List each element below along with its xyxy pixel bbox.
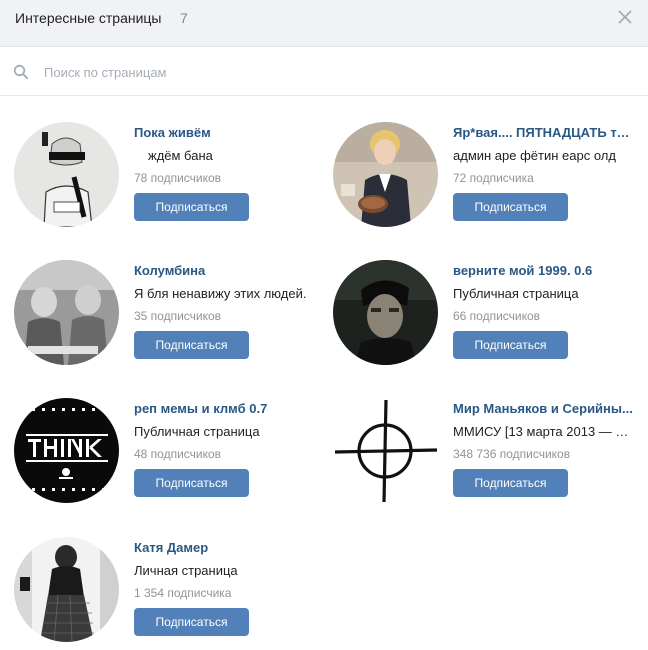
modal-title: Интересные страницы: [15, 10, 162, 26]
page-name[interactable]: верните мой 1999. 0.6: [453, 263, 633, 279]
page-card: реп мемы и клмб 0.7 Публичная страница 4…: [14, 398, 324, 518]
subscribe-button[interactable]: Подписаться: [134, 469, 249, 497]
subscribe-button[interactable]: Подписаться: [134, 331, 249, 359]
subscriber-count: 1 354 подписчика: [134, 586, 232, 600]
subscribe-button[interactable]: Подписаться: [453, 331, 568, 359]
close-icon: [618, 10, 632, 24]
page-description: Личная страница: [134, 563, 238, 578]
sketch-drawing-avatar[interactable]: [14, 122, 119, 227]
search-bar: [0, 48, 648, 96]
page-card: Яр*вая.... ПЯТНАДЦАТЬ то... админ аре фё…: [333, 122, 643, 242]
modal-header: Интересные страницы 7: [0, 0, 648, 47]
page-name[interactable]: Пока живём: [134, 125, 314, 141]
pages-count: 7: [180, 10, 188, 26]
page-card: Колумбина Я бля ненавижу этих людей. 35 …: [14, 260, 324, 380]
subscribe-button[interactable]: Подписаться: [134, 193, 249, 221]
crosshair-symbol-avatar[interactable]: [333, 398, 438, 503]
subscriber-count: 72 подписчика: [453, 171, 534, 185]
subscribe-button[interactable]: Подписаться: [453, 469, 568, 497]
grayscale-photo-avatar[interactable]: [14, 260, 119, 365]
subscriber-count: 35 подписчиков: [134, 309, 222, 323]
page-description: Публичная страница: [134, 424, 260, 439]
search-icon: [13, 64, 29, 80]
page-name[interactable]: Катя Дамер: [134, 540, 314, 556]
think-text-avatar[interactable]: [14, 398, 119, 503]
subscribe-button[interactable]: Подписаться: [453, 193, 568, 221]
subscriber-count: 78 подписчиков: [134, 171, 222, 185]
subscriber-count: 66 подписчиков: [453, 309, 541, 323]
search-input[interactable]: [36, 59, 626, 85]
page-card: Катя Дамер Личная страница 1 354 подписч…: [14, 537, 324, 650]
page-name[interactable]: Яр*вая.... ПЯТНАДЦАТЬ то...: [453, 125, 633, 141]
person-photo-avatar[interactable]: [14, 537, 119, 642]
page-card: Мир Маньяков и Серийны... ММИСУ [13 март…: [333, 398, 643, 518]
page-card: Пока живём ждём бана 78 подписчиков Подп…: [14, 122, 324, 242]
close-button[interactable]: [612, 6, 638, 30]
woman-portrait-avatar[interactable]: [333, 122, 438, 227]
page-name[interactable]: реп мемы и клмб 0.7: [134, 401, 314, 417]
page-name[interactable]: Мир Маньяков и Серийны...: [453, 401, 633, 417]
page-description: ждём бана: [148, 148, 213, 163]
subscribe-button[interactable]: Подписаться: [134, 608, 249, 636]
page-description: админ аре фётин еарс олд: [453, 148, 616, 163]
subscriber-count: 348 736 подписчиков: [453, 447, 571, 461]
page-description: Я бля ненавижу этих людей.: [134, 286, 307, 301]
page-description: ММИСУ [13 марта 2013 — 2...: [453, 424, 633, 439]
dark-portrait-avatar[interactable]: [333, 260, 438, 365]
page-card: верните мой 1999. 0.6 Публичная страница…: [333, 260, 643, 380]
subscriber-count: 48 подписчиков: [134, 447, 222, 461]
page-description: Публичная страница: [453, 286, 579, 301]
page-name[interactable]: Колумбина: [134, 263, 314, 279]
